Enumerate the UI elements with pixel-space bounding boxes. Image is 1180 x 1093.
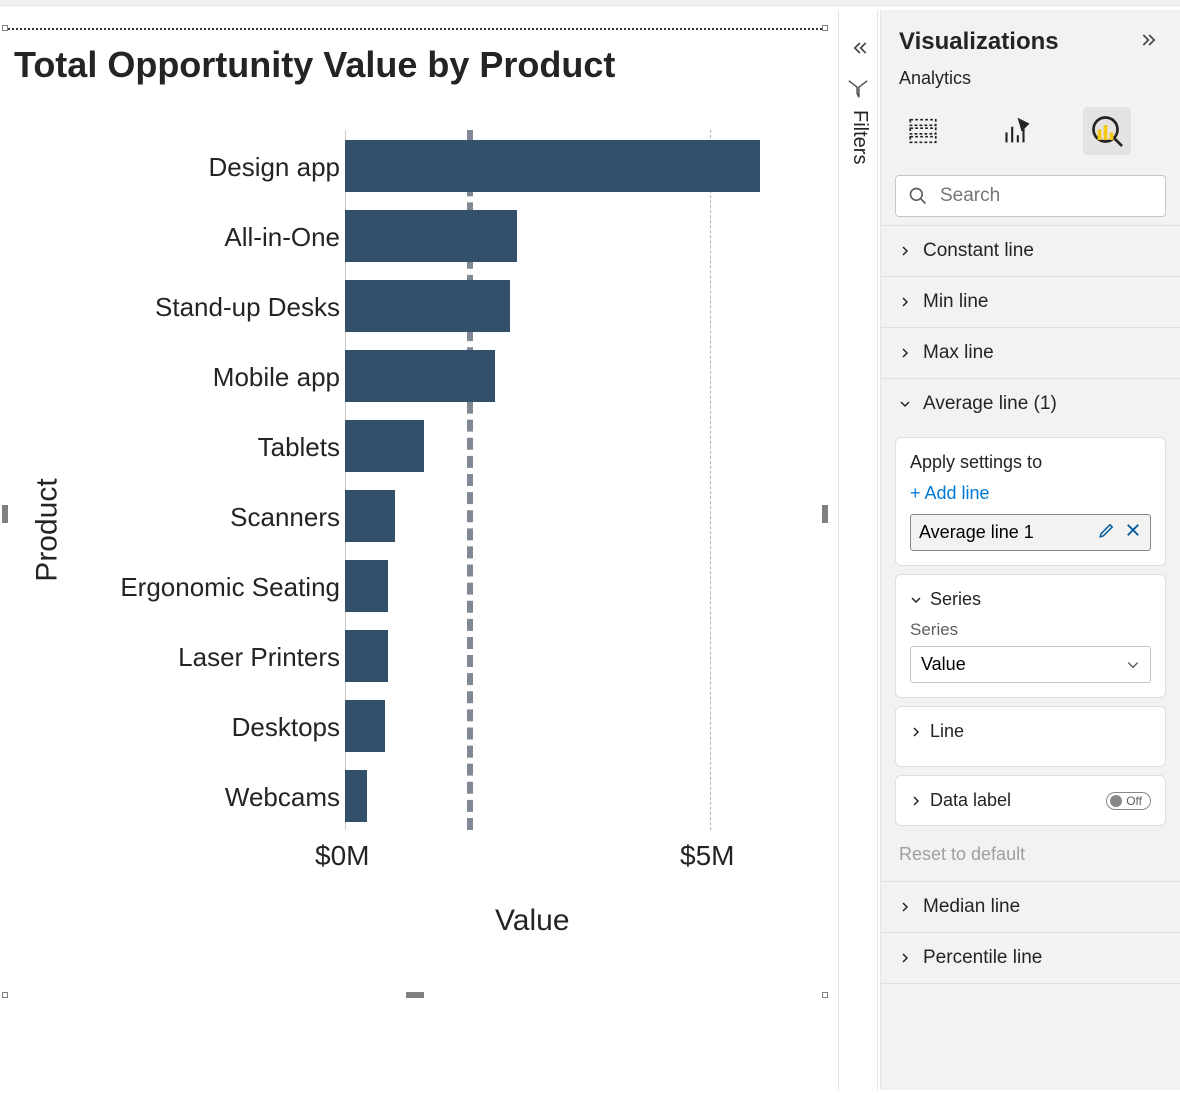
expand-pane-icon[interactable] <box>847 38 871 63</box>
reset-to-default-button[interactable]: Reset to default <box>881 834 1180 881</box>
average-line-settings-card: Apply settings to + Add line Average lin… <box>895 437 1166 566</box>
edit-icon[interactable] <box>1098 521 1116 544</box>
section-constant-line[interactable]: Constant line <box>881 226 1180 277</box>
category-label: Webcams <box>225 782 340 813</box>
section-percentile-line[interactable]: Percentile line <box>881 933 1180 984</box>
category-label: Tablets <box>258 432 340 463</box>
x-tick-label: $0M <box>315 840 369 872</box>
bar[interactable] <box>345 420 424 472</box>
section-average-line[interactable]: Average line (1) <box>881 379 1180 429</box>
section-max-line[interactable]: Max line <box>881 328 1180 379</box>
filter-icon <box>847 78 869 105</box>
pane-subtitle: Analytics <box>881 62 1180 99</box>
bar[interactable] <box>345 700 385 752</box>
bar[interactable] <box>345 630 388 682</box>
selection-handle[interactable] <box>406 992 424 998</box>
add-line-button[interactable]: + Add line <box>910 483 990 504</box>
line-card[interactable]: Line <box>895 706 1166 767</box>
visualizations-pane: Visualizations Analytics Constant line M… <box>880 10 1180 1090</box>
visual-selection-border <box>4 28 826 30</box>
tab-format[interactable] <box>991 107 1039 155</box>
average-line-item[interactable]: Average line 1 <box>910 514 1151 551</box>
y-axis-title: Product <box>31 478 65 581</box>
selection-handle[interactable] <box>2 25 8 31</box>
pane-title: Visualizations <box>899 28 1059 56</box>
section-min-line[interactable]: Min line <box>881 277 1180 328</box>
tab-analytics[interactable] <box>1083 107 1131 155</box>
series-section-toggle[interactable]: Series <box>910 589 1151 610</box>
bar[interactable] <box>345 280 510 332</box>
bar[interactable] <box>345 490 395 542</box>
chart-title: Total Opportunity Value by Product <box>14 44 615 86</box>
chevron-right-icon <box>899 347 913 359</box>
data-label-toggle[interactable]: Off <box>1106 792 1151 810</box>
chevron-right-icon <box>899 245 913 257</box>
search-input[interactable] <box>895 175 1166 217</box>
selection-handle[interactable] <box>2 992 8 998</box>
category-label: Design app <box>208 152 340 183</box>
category-label: Stand-up Desks <box>155 292 340 323</box>
apply-settings-label: Apply settings to <box>910 452 1151 473</box>
data-label-card[interactable]: Data label Off <box>895 775 1166 826</box>
chevron-right-icon <box>899 901 913 913</box>
category-label: Ergonomic Seating <box>120 572 340 603</box>
category-label: All-in-One <box>224 222 340 253</box>
series-dropdown[interactable]: Value <box>910 646 1151 683</box>
category-label: Laser Printers <box>178 642 340 673</box>
bar[interactable] <box>345 770 367 822</box>
section-median-line[interactable]: Median line <box>881 881 1180 933</box>
chevron-right-icon <box>899 296 913 308</box>
chevron-right-icon <box>899 952 913 964</box>
bar[interactable] <box>345 560 388 612</box>
series-field-label: Series <box>910 620 1151 640</box>
selection-handle[interactable] <box>822 25 828 31</box>
chart-plot-area[interactable]: Product Design app All-in-One Stand-up D… <box>10 120 820 890</box>
series-card: Series Series Value <box>895 574 1166 698</box>
bar[interactable] <box>345 210 517 262</box>
x-tick-label: $5M <box>680 840 734 872</box>
bar[interactable] <box>345 350 495 402</box>
selection-handle[interactable] <box>822 505 828 523</box>
selection-handle[interactable] <box>2 505 8 523</box>
bar[interactable] <box>345 140 760 192</box>
filters-label: Filters <box>848 110 871 164</box>
chevron-down-icon <box>899 398 913 410</box>
filters-pane-collapsed[interactable]: Filters <box>838 10 878 1090</box>
category-label: Desktops <box>232 712 340 743</box>
expand-pane-icon[interactable] <box>1138 30 1162 55</box>
tab-build[interactable] <box>899 107 947 155</box>
selection-handle[interactable] <box>822 992 828 998</box>
search-field[interactable] <box>938 184 1180 208</box>
x-axis-title: Value <box>495 904 570 938</box>
category-label: Scanners <box>230 502 340 533</box>
category-label: Mobile app <box>213 362 340 393</box>
delete-icon[interactable] <box>1124 521 1142 544</box>
